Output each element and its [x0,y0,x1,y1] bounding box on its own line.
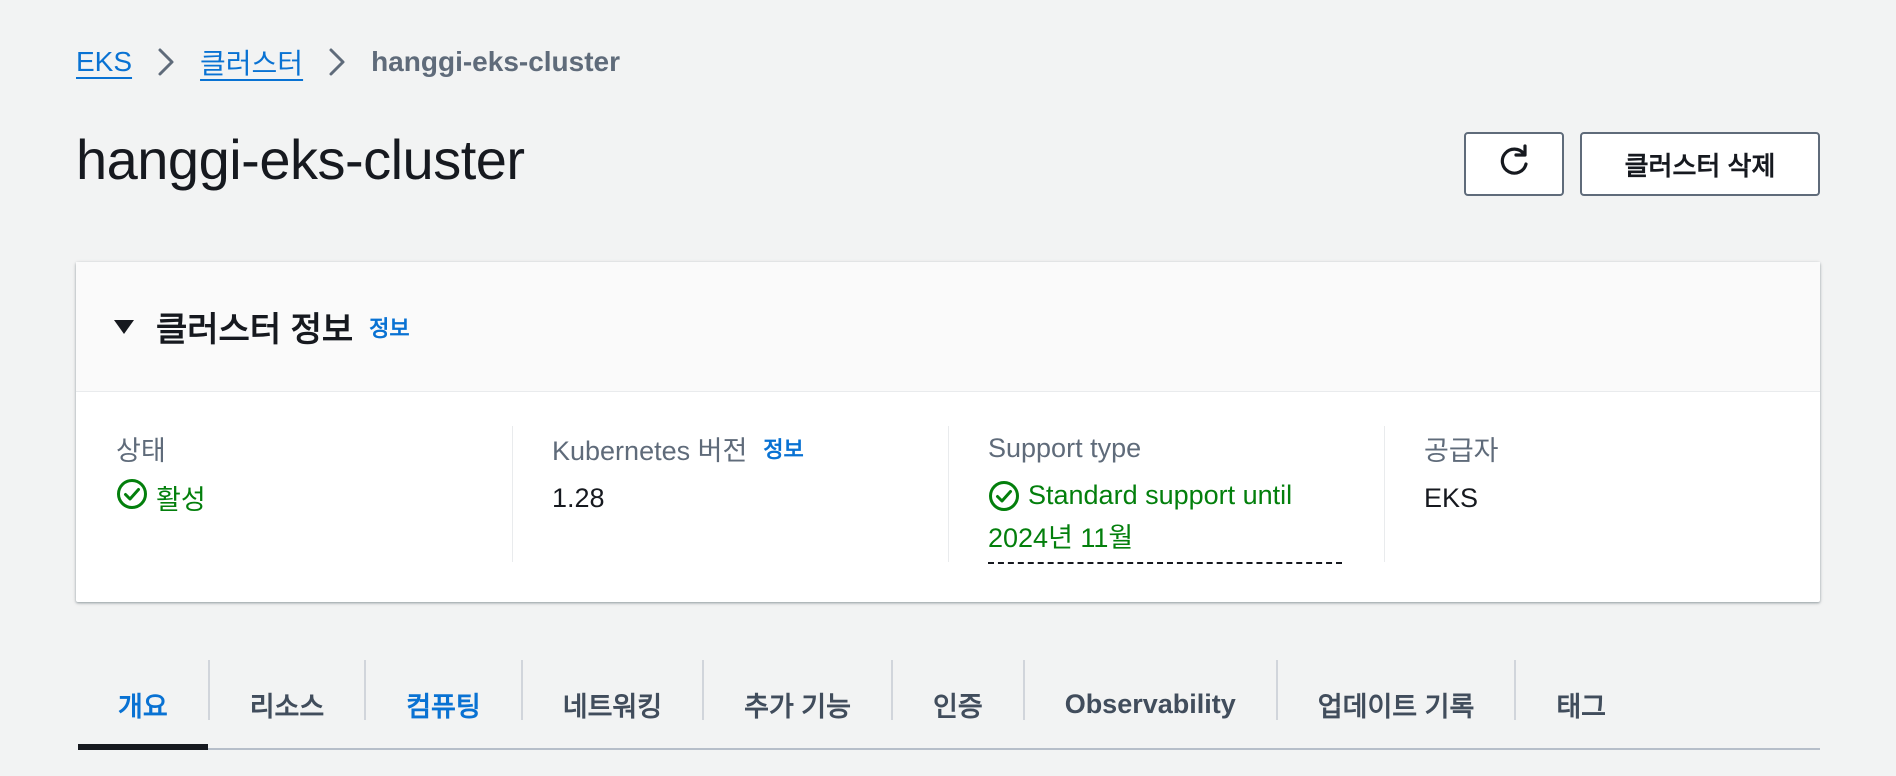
tab-access[interactable]: 인증 [893,660,1023,748]
tab-update-history[interactable]: 업데이트 기록 [1278,660,1515,748]
tab-observability[interactable]: Observability [1025,660,1276,748]
tab-resources[interactable]: 리소스 [210,660,365,748]
cluster-info-header[interactable]: 클러스터 정보 정보 [76,262,1820,392]
caret-down-icon[interactable] [114,319,134,334]
provider-label: 공급자 [1424,435,1499,466]
tab-label: 컴퓨팅 [406,691,481,722]
tab-label: 업데이트 기록 [1317,691,1475,722]
kubernetes-version-value: 1.28 [552,483,605,513]
breadcrumb: EKS 클러스터 hanggi-eks-cluster [76,40,620,84]
status-label: 상태 [116,435,166,466]
breadcrumb-eks[interactable]: EKS [76,46,132,78]
provider-value: EKS [1424,483,1479,513]
cluster-info-title: 클러스터 정보 [156,311,354,349]
check-circle-icon [988,480,1020,512]
chevron-right-icon [132,47,200,77]
status-field: 상태 활성 [76,426,512,602]
tab-label: 인증 [933,691,983,722]
delete-cluster-button[interactable]: 클러스터 삭제 [1580,132,1820,196]
status-value: 활성 [116,478,512,521]
support-type-line1: Standard support until [1028,480,1293,510]
breadcrumb-current: hanggi-eks-cluster [371,46,621,77]
tab-label: Observability [1064,688,1236,719]
cluster-info-body: 상태 활성 Kubernetes 버전 정보 1.28 Support type [76,392,1820,602]
chevron-right-icon [303,47,371,77]
tab-bar: 개요 리소스 컴퓨팅 네트워킹 추가 기능 인증 Observability 업… [78,660,1820,750]
cluster-info-panel: 클러스터 정보 정보 상태 활성 Kubernetes 버전 정보 1.28 S… [76,262,1820,602]
support-type-line2: 2024년 11월 [988,517,1342,564]
cluster-info-info-link[interactable]: 정보 [369,311,409,343]
support-type-field: Support type Standard support until 2024… [948,426,1384,602]
check-circle-icon [116,478,156,521]
breadcrumb-clusters[interactable]: 클러스터 [200,42,303,82]
tab-label: 추가 기능 [744,691,851,722]
tab-label: 개요 [118,691,168,722]
tab-tags[interactable]: 태그 [1516,660,1646,748]
tab-label: 네트워킹 [562,691,663,722]
tab-compute[interactable]: 컴퓨팅 [366,660,521,748]
refresh-icon [1495,142,1533,187]
tab-add-ons[interactable]: 추가 기능 [704,660,891,748]
status-text: 활성 [156,484,206,515]
kubernetes-version-info-link[interactable]: 정보 [763,432,803,464]
kubernetes-version-label-row: Kubernetes 버전 정보 [552,428,948,468]
page-title: hanggi-eks-cluster [76,128,525,191]
kubernetes-version-field: Kubernetes 버전 정보 1.28 [512,426,948,602]
tab-label: 리소스 [249,691,325,722]
support-type-value[interactable]: Standard support until 2024년 11월 [988,474,1348,564]
refresh-button[interactable] [1464,132,1564,196]
support-type-label: Support type [988,432,1142,463]
tab-networking[interactable]: 네트워킹 [523,660,702,748]
provider-field: 공급자 EKS [1384,426,1820,602]
tab-overview[interactable]: 개요 [78,660,208,750]
kubernetes-version-label: Kubernetes 버전 [552,435,748,466]
tab-label: 태그 [1556,691,1606,722]
